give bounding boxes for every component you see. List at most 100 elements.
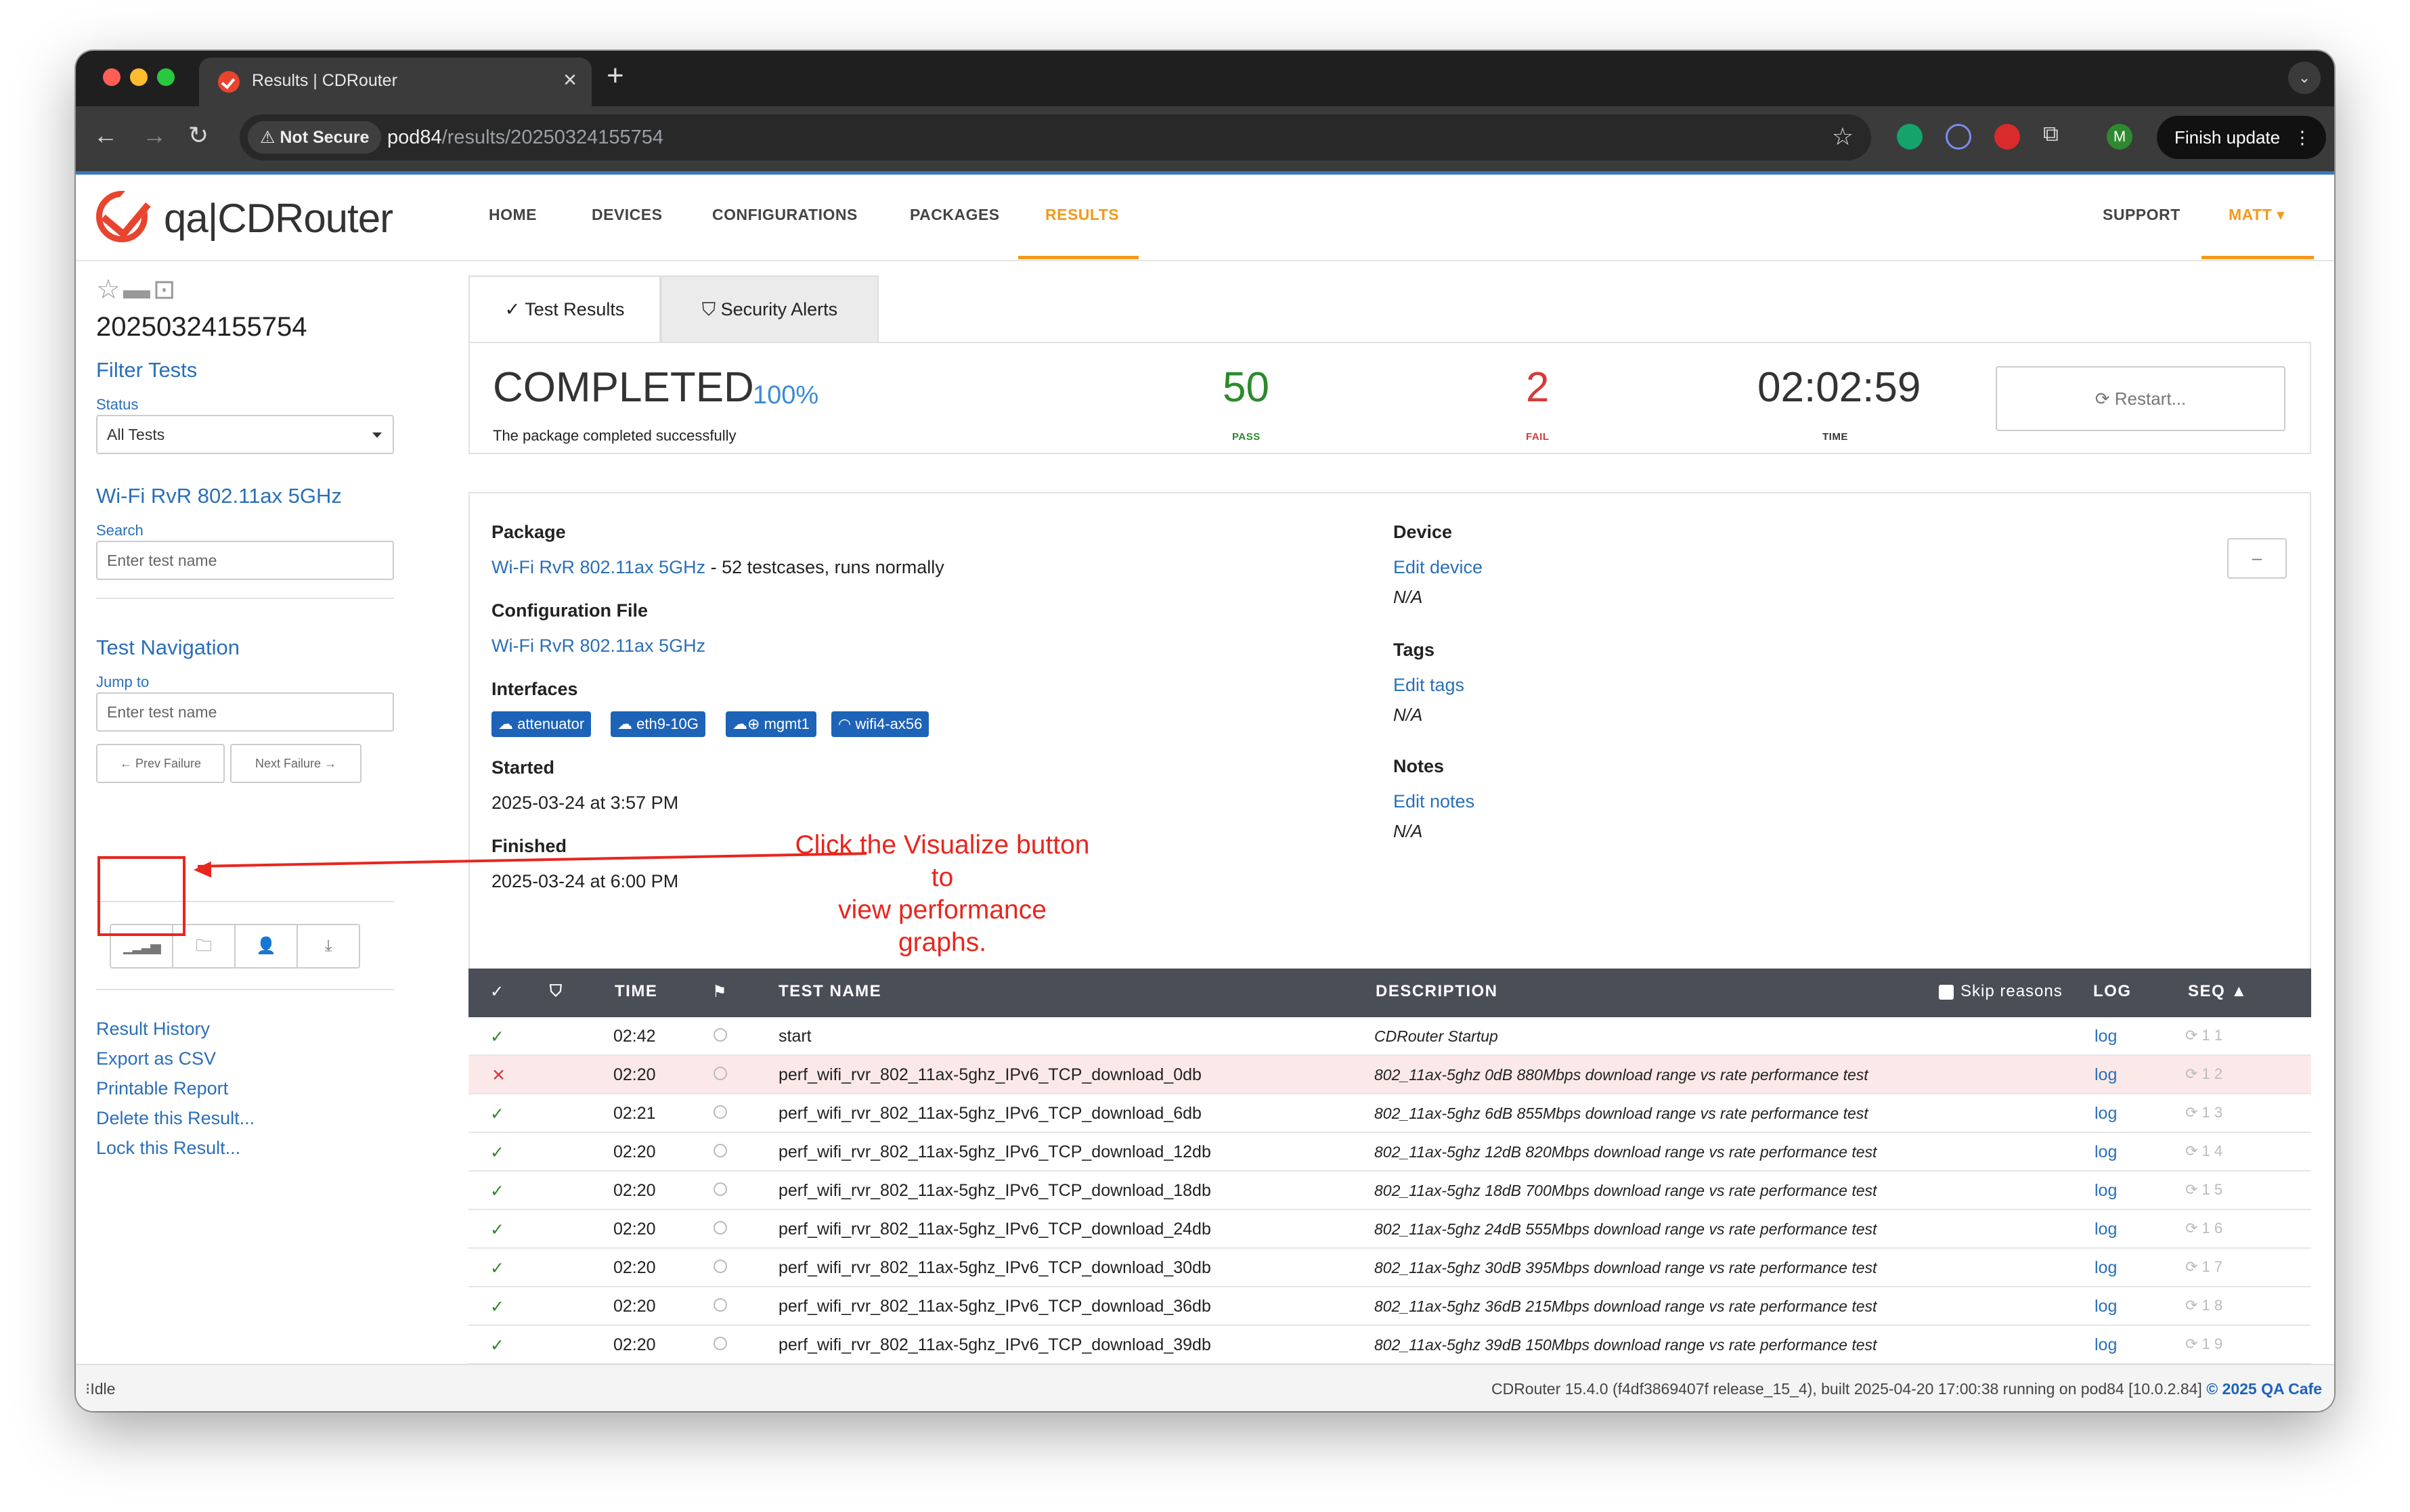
interface-chip[interactable]: ☁⊕ mgmt1	[726, 711, 816, 737]
test-name[interactable]: perf_wifi_rvr_802_11ax-5ghz_IPv6_TCP_dow…	[779, 1297, 1211, 1316]
tab-test-results[interactable]: ✓ Test Results	[468, 275, 661, 343]
collapse-details-button[interactable]: –	[2227, 538, 2287, 579]
rerun-icon[interactable]: ⟳	[2185, 1027, 2202, 1044]
edit-notes-link[interactable]: Edit notes	[1393, 791, 1474, 812]
rerun-icon[interactable]: ⟳	[2185, 1335, 2202, 1352]
table-row[interactable]: ✓ 02:20 perf_wifi_rvr_802_11ax-5ghz_IPv6_T…	[468, 1287, 2311, 1326]
printable-report-link[interactable]: Printable Report	[96, 1078, 228, 1099]
nav-results[interactable]: RESULTS	[1045, 206, 1119, 224]
flag-circle-icon[interactable]	[714, 1067, 727, 1080]
interface-chip[interactable]: ☁ attenuator	[491, 711, 592, 737]
flag-circle-icon[interactable]	[714, 1144, 727, 1157]
rerun-icon[interactable]: ⟳	[2185, 1258, 2202, 1275]
star-icon[interactable]: ☆	[96, 275, 123, 305]
rerun-icon[interactable]: ⟳	[2185, 1104, 2202, 1121]
archive-icon[interactable]: ▬	[123, 275, 153, 305]
log-link[interactable]: log	[2095, 1297, 2117, 1316]
export-csv-link[interactable]: Export as CSV	[96, 1048, 216, 1069]
next-failure-button[interactable]: Next Failure →	[230, 744, 362, 783]
test-name[interactable]: perf_wifi_rvr_802_11ax-5ghz_IPv6_TCP_dow…	[779, 1258, 1211, 1278]
nav-packages[interactable]: PACKAGES	[910, 206, 1000, 224]
rerun-icon[interactable]: ⟳	[2185, 1220, 2202, 1237]
download-button[interactable]: ⤓	[297, 924, 360, 969]
flag-circle-icon[interactable]	[714, 1221, 727, 1235]
grammarly-extension-icon[interactable]	[1897, 124, 1923, 150]
flag-circle-icon[interactable]	[714, 1337, 727, 1350]
url-text[interactable]: pod84/results/20250324155754	[387, 127, 663, 149]
shield-icon[interactable]: ⛉	[550, 982, 563, 1001]
copyright-link[interactable]: © 2025 QA Cafe	[2206, 1380, 2322, 1398]
log-link[interactable]: log	[2095, 1181, 2117, 1201]
nav-home[interactable]: HOME	[489, 206, 537, 224]
config-link[interactable]: Wi-Fi RvR 802.11ax 5GHz	[491, 636, 705, 657]
tab-search-chevron-icon[interactable]: ⌄	[2288, 62, 2321, 94]
address-bar[interactable]: ⚠ Not Secure pod84/results/2025032415575…	[240, 114, 1871, 160]
flag-icon[interactable]: ⚑	[712, 982, 728, 1002]
skip-reasons-label[interactable]: Skip reasons	[1960, 982, 2063, 1001]
result-history-link[interactable]: Result History	[96, 1019, 210, 1040]
col-time[interactable]: TIME	[615, 982, 657, 1001]
minimize-window-button[interactable]	[130, 68, 148, 86]
lock-result-link[interactable]: Lock this Result...	[96, 1138, 240, 1159]
log-link[interactable]: log	[2095, 1104, 2117, 1124]
flag-circle-icon[interactable]	[714, 1182, 727, 1196]
log-link[interactable]: log	[2095, 1220, 2117, 1239]
test-name[interactable]: perf_wifi_rvr_802_11ax-5ghz_IPv6_TCP_dow…	[779, 1181, 1211, 1201]
search-input[interactable]	[96, 541, 394, 580]
col-seq[interactable]: SEQ ▲	[2188, 982, 2248, 1001]
package-filter-heading[interactable]: Wi-Fi RvR 802.11ax 5GHz	[96, 484, 342, 508]
edit-tags-link[interactable]: Edit tags	[1393, 675, 1464, 696]
flag-circle-icon[interactable]	[714, 1105, 727, 1119]
finish-update-button[interactable]: Finish update ⋮	[2157, 116, 2326, 159]
back-arrow-icon[interactable]: ←	[93, 121, 118, 150]
nav-support[interactable]: SUPPORT	[2103, 206, 2181, 224]
table-row[interactable]: ✓ 02:20 perf_wifi_rvr_802_11ax-5ghz_IPv6_T…	[468, 1133, 2311, 1172]
log-link[interactable]: log	[2095, 1142, 2117, 1162]
bookmark-star-icon[interactable]: ☆	[1832, 123, 1854, 151]
status-select[interactable]: All Tests	[96, 415, 394, 454]
delete-result-link[interactable]: Delete this Result...	[96, 1108, 255, 1129]
log-link[interactable]: log	[2095, 1258, 2117, 1278]
log-link[interactable]: log	[2095, 1335, 2117, 1355]
flag-circle-icon[interactable]	[714, 1260, 727, 1273]
col-test-name[interactable]: TEST NAME	[779, 982, 881, 1001]
extensions-puzzle-icon[interactable]: ⧉	[2043, 121, 2059, 147]
skip-reasons-checkbox[interactable]	[1939, 985, 1954, 1000]
forward-arrow-icon[interactable]: →	[142, 121, 167, 150]
browser-tab[interactable]: Results | CDRouter ×	[199, 58, 592, 106]
extension-icon[interactable]	[1946, 124, 1971, 150]
prev-failure-button[interactable]: ← Prev Failure	[96, 744, 225, 783]
nav-configurations[interactable]: CONFIGURATIONS	[712, 206, 858, 224]
rerun-icon[interactable]: ⟳	[2185, 1297, 2202, 1314]
security-indicator[interactable]: ⚠ Not Secure	[248, 121, 382, 154]
reload-icon[interactable]: ↻	[188, 121, 209, 150]
table-row[interactable]: ✓ 02:20 perf_wifi_rvr_802_11ax-5ghz_IPv6_T…	[468, 1326, 2311, 1364]
edit-device-link[interactable]: Edit device	[1393, 557, 1483, 578]
profile-avatar[interactable]: M	[2107, 124, 2132, 150]
rerun-icon[interactable]: ⟳	[2185, 1065, 2202, 1082]
nav-devices[interactable]: DEVICES	[592, 206, 662, 224]
table-row[interactable]: ✓ 02:20 perf_wifi_rvr_802_11ax-5ghz_IPv6_T…	[468, 1210, 2311, 1249]
jump-to-input[interactable]	[96, 692, 394, 732]
new-tab-icon[interactable]: +	[607, 59, 624, 93]
unlock-icon[interactable]: ⊡	[153, 275, 179, 305]
interface-chip[interactable]: ☁ eth9-10G	[611, 711, 705, 737]
restart-button[interactable]: ⟳ Restart...	[1996, 366, 2285, 431]
flag-circle-icon[interactable]	[714, 1298, 727, 1312]
log-link[interactable]: log	[2095, 1065, 2117, 1085]
close-window-button[interactable]	[103, 68, 121, 86]
flag-circle-icon[interactable]	[714, 1028, 727, 1042]
col-description[interactable]: DESCRIPTION	[1376, 982, 1498, 1001]
package-link[interactable]: Wi-Fi RvR 802.11ax 5GHz	[491, 557, 705, 577]
test-name[interactable]: perf_wifi_rvr_802_11ax-5ghz_IPv6_TCP_dow…	[779, 1065, 1202, 1085]
table-row[interactable]: ✓ 02:42 start CDRouter Startup log ⟳ 1 1	[468, 1017, 2311, 1056]
close-tab-icon[interactable]: ×	[563, 67, 577, 93]
log-link[interactable]: log	[2095, 1027, 2117, 1046]
test-name[interactable]: perf_wifi_rvr_802_11ax-5ghz_IPv6_TCP_dow…	[779, 1220, 1211, 1239]
rerun-icon[interactable]: ⟳	[2185, 1181, 2202, 1198]
blocker-extension-icon[interactable]	[1994, 124, 2020, 150]
table-row[interactable]: ✓ 02:21 perf_wifi_rvr_802_11ax-5ghz_IPv6_T…	[468, 1094, 2311, 1133]
test-name[interactable]: perf_wifi_rvr_802_11ax-5ghz_IPv6_TCP_dow…	[779, 1104, 1202, 1124]
share-user-button[interactable]: 👤	[234, 924, 298, 969]
check-icon[interactable]: ✓	[490, 982, 505, 1002]
